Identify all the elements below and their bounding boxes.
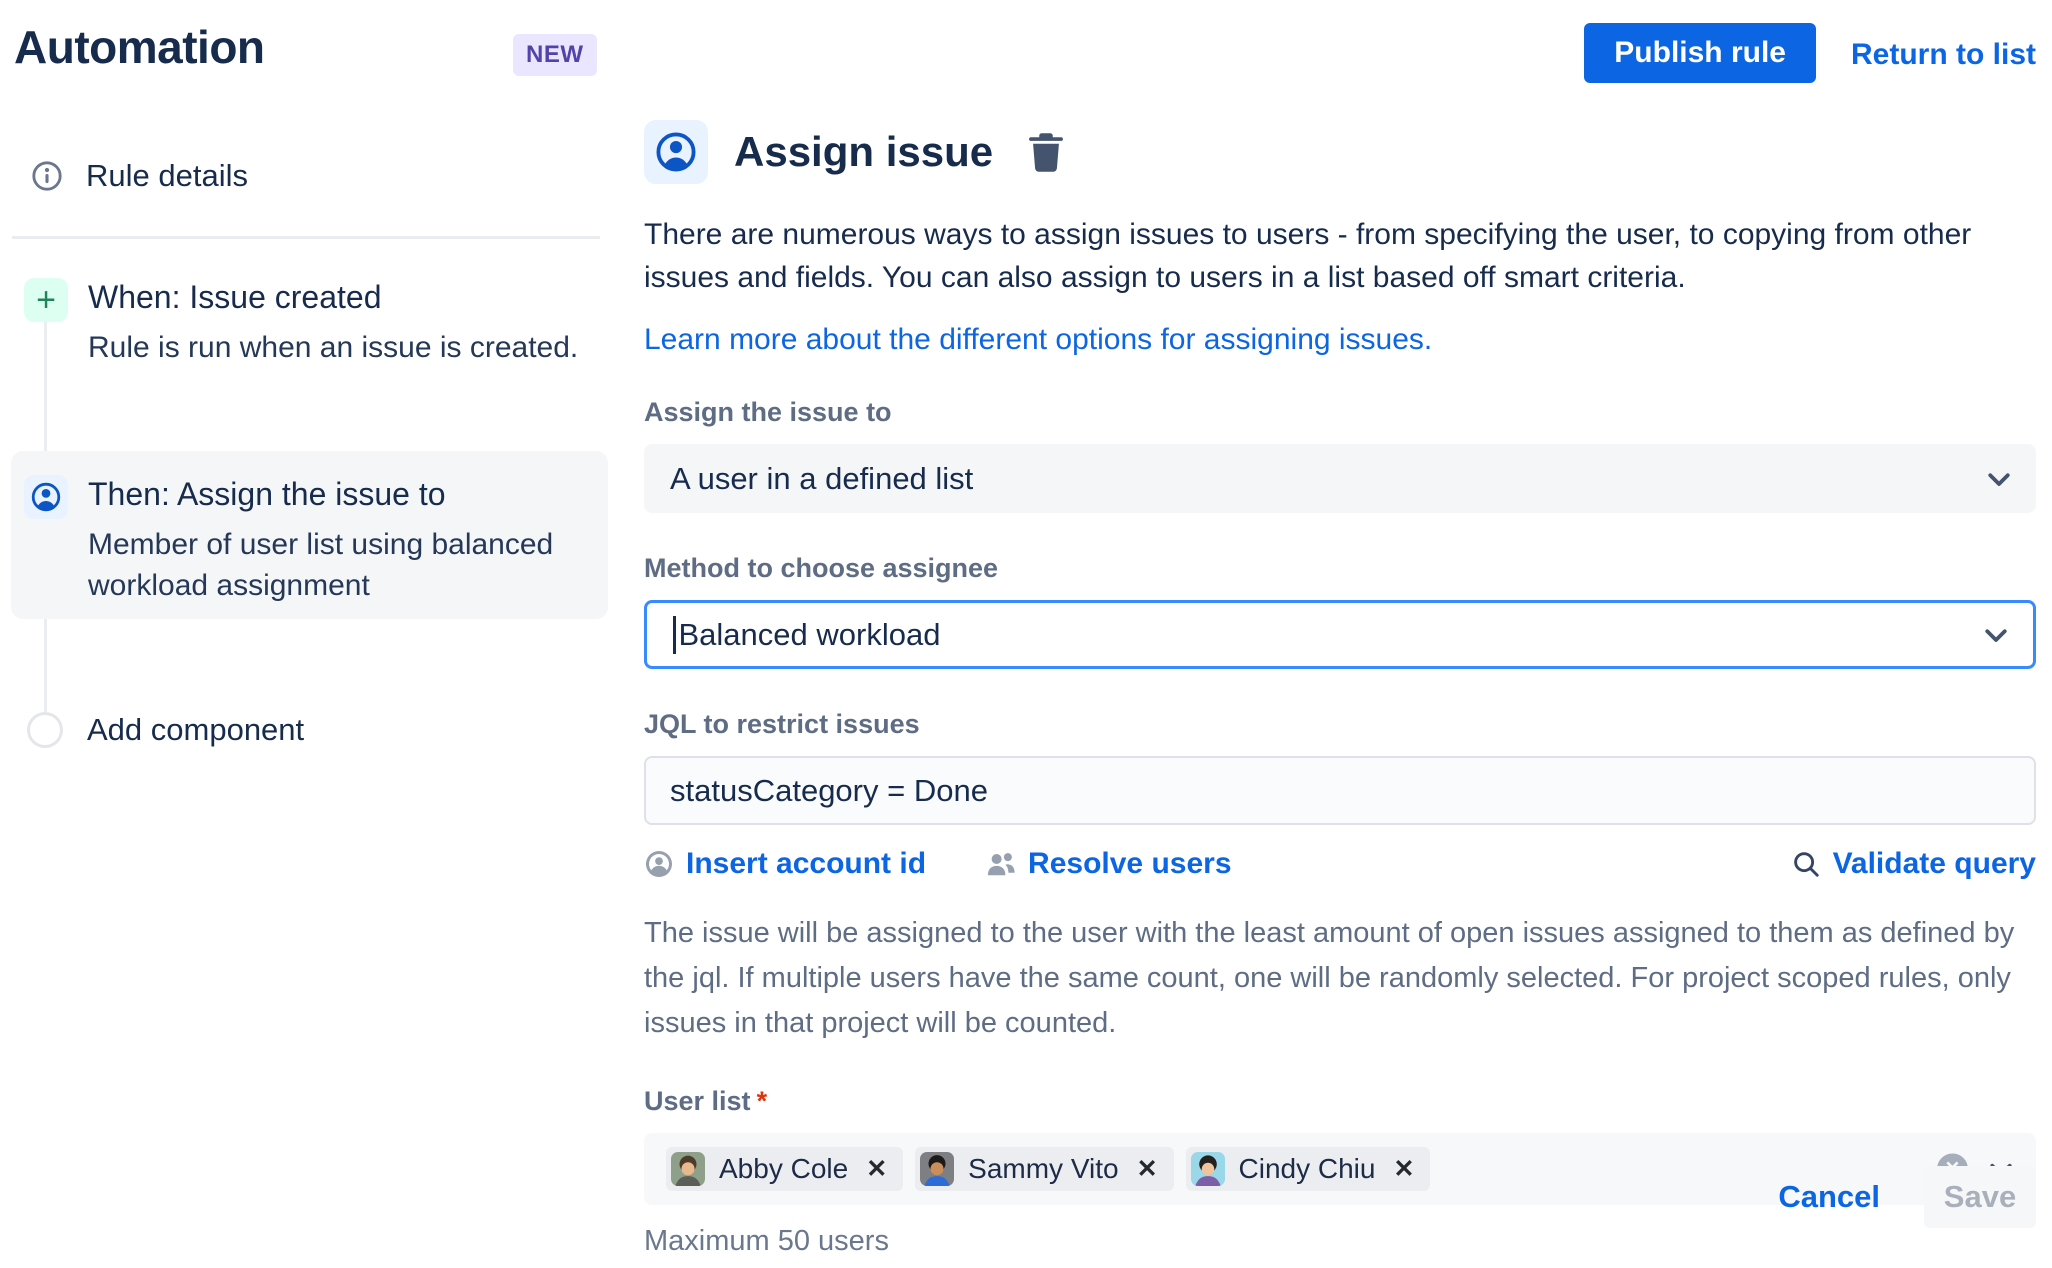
add-component-label: Add component	[87, 712, 305, 747]
insert-account-id-label: Insert account id	[686, 847, 927, 881]
return-to-list-link[interactable]: Return to list	[1851, 38, 2036, 72]
remove-user-icon[interactable]: ✕	[1383, 1154, 1424, 1184]
jql-label: JQL to restrict issues	[644, 709, 920, 740]
avatar	[671, 1152, 705, 1186]
user-chip-name: Sammy Vito	[968, 1153, 1119, 1184]
balanced-workload-helper: The issue will be assigned to the user w…	[644, 917, 2015, 1040]
rule-steps-sidebar: Rule details + When: Issue created Rule …	[0, 0, 608, 1268]
then-step-title: Then: Assign the issue to	[88, 476, 446, 512]
people-icon	[986, 849, 1016, 879]
when-step-description: Rule is run when an issue is created.	[88, 331, 579, 365]
jql-input[interactable]	[644, 756, 2036, 826]
user-chip: Cindy Chiu ✕	[1185, 1147, 1431, 1191]
account-icon	[644, 849, 674, 879]
user-chip: Sammy Vito ✕	[915, 1147, 1174, 1191]
assign-to-label: Assign the issue to	[644, 397, 892, 428]
user-list-label: User list *	[644, 1086, 2036, 1117]
learn-more-link[interactable]: Learn more about the different options f…	[644, 323, 1432, 357]
remove-user-icon[interactable]: ✕	[856, 1154, 897, 1184]
user-chip-name: Cindy Chiu	[1238, 1153, 1376, 1184]
cancel-button[interactable]: Cancel	[1778, 1179, 1880, 1215]
method-label: Method to choose assignee	[644, 553, 999, 584]
chevron-down-icon	[1984, 464, 2014, 494]
trash-icon	[1029, 133, 1064, 172]
then-step-description: Member of user list using balanced workl…	[88, 528, 554, 602]
publish-rule-button[interactable]: Publish rule	[1584, 23, 1816, 83]
action-editor-panel: Assign issue There are numerous ways to …	[644, 120, 2036, 1258]
rule-details-label: Rule details	[86, 158, 248, 193]
user-chip-name: Abby Cole	[719, 1153, 849, 1184]
insert-account-id-button[interactable]: Insert account id	[644, 847, 926, 881]
max-users-helper: Maximum 50 users	[644, 1225, 889, 1257]
validate-query-label: Validate query	[1832, 847, 2036, 881]
method-value: Balanced workload	[678, 616, 941, 652]
avatar	[920, 1152, 955, 1186]
required-asterisk: *	[756, 1086, 768, 1116]
sidebar-item-when-trigger[interactable]: + When: Issue created Rule is run when a…	[24, 278, 578, 369]
avatar	[1190, 1152, 1225, 1186]
save-button[interactable]: Save	[1924, 1166, 2036, 1228]
empty-step-circle-icon	[27, 712, 63, 748]
assign-issue-icon	[644, 120, 708, 184]
sidebar-item-then-action[interactable]: Then: Assign the issue to Member of user…	[11, 451, 608, 619]
method-select[interactable]: Balanced workload	[644, 600, 2036, 670]
plus-icon: +	[24, 278, 68, 322]
text-cursor	[673, 615, 676, 654]
automation-page: Automation NEW Publish rule Return to li…	[0, 0, 2052, 1268]
add-component-button[interactable]: Add component	[27, 712, 304, 748]
remove-user-icon[interactable]: ✕	[1127, 1154, 1168, 1184]
form-footer: Cancel Save	[1778, 1166, 2036, 1228]
action-description: There are numerous ways to assign issues…	[644, 218, 1972, 294]
info-icon	[30, 159, 64, 193]
search-icon	[1791, 849, 1821, 879]
when-step-title: When: Issue created	[88, 279, 382, 315]
validate-query-button[interactable]: Validate query	[1791, 847, 2036, 881]
user-chip: Abby Cole ✕	[666, 1147, 904, 1191]
sidebar-item-rule-details[interactable]: Rule details	[30, 158, 248, 194]
resolve-users-button[interactable]: Resolve users	[986, 847, 1232, 881]
chevron-down-icon	[1981, 620, 2011, 650]
action-title: Assign issue	[734, 128, 994, 175]
resolve-users-label: Resolve users	[1028, 847, 1232, 881]
user-icon	[24, 475, 68, 519]
user-list-label-text: User list	[644, 1086, 751, 1116]
assign-to-select[interactable]: A user in a defined list	[644, 444, 2036, 514]
delete-action-button[interactable]	[1027, 132, 1065, 172]
sidebar-divider	[12, 236, 600, 239]
assign-to-value: A user in a defined list	[670, 460, 974, 496]
